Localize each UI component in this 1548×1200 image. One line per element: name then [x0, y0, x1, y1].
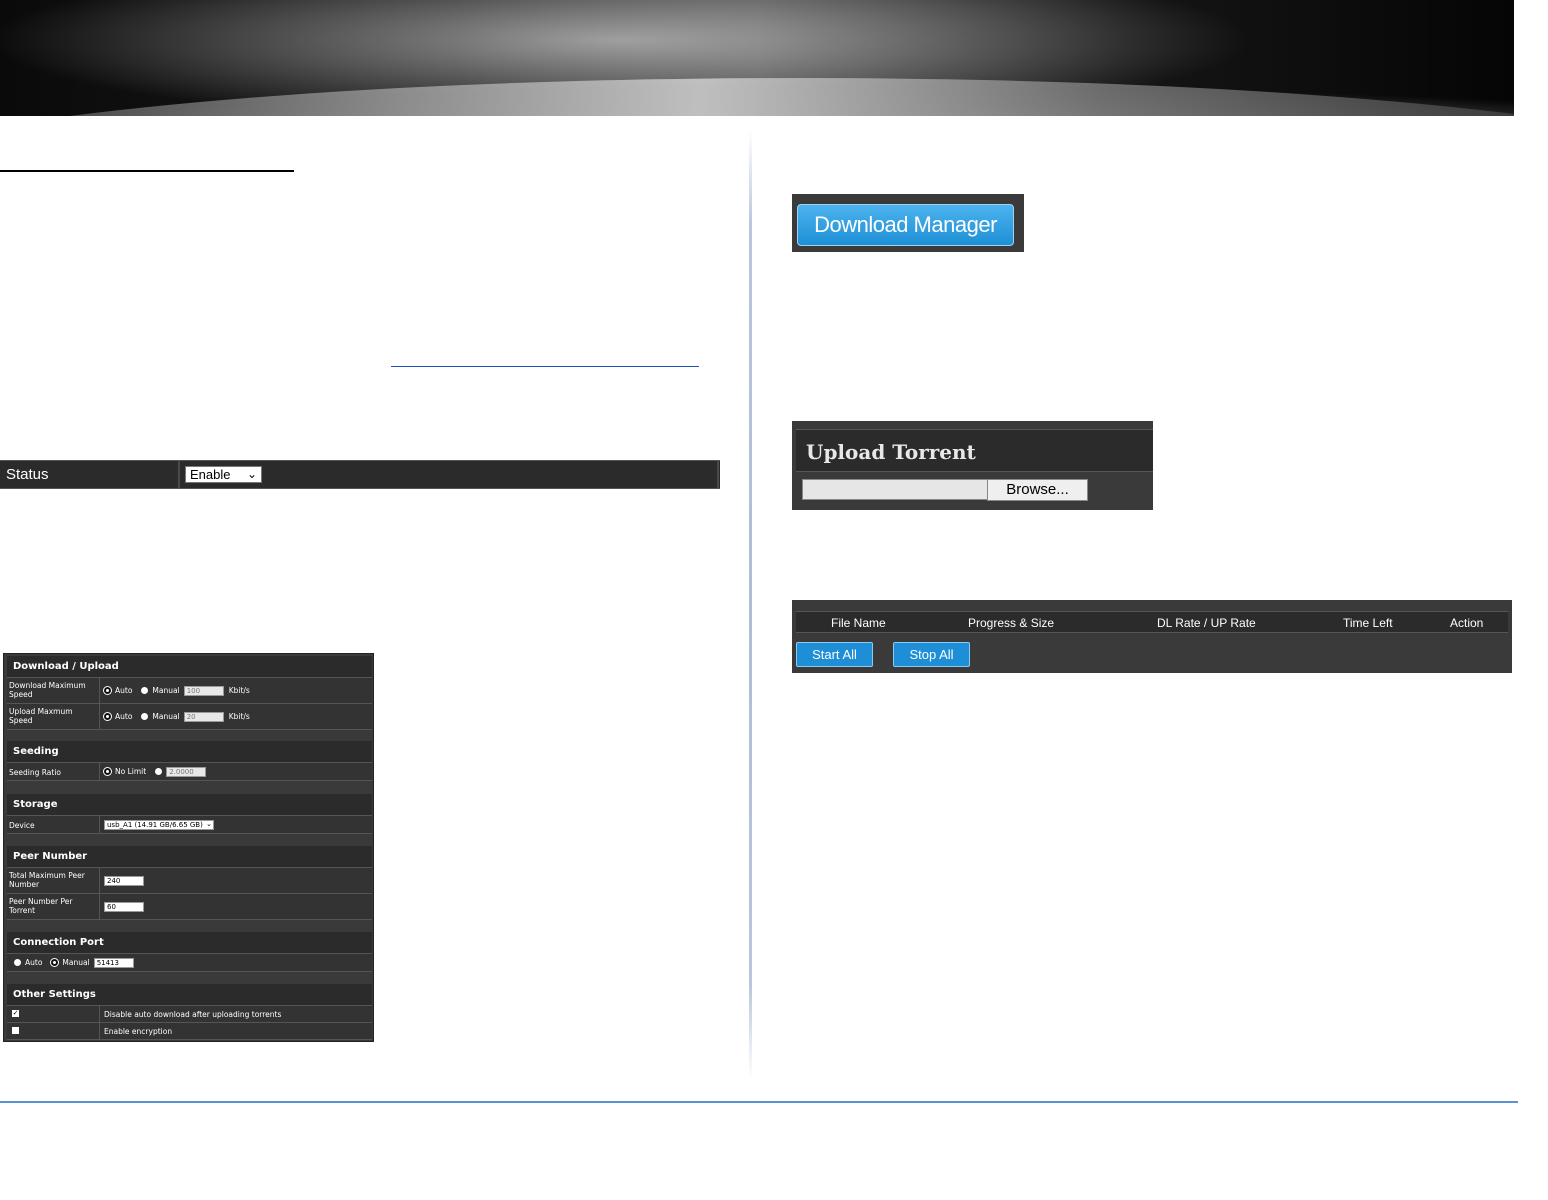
encryption-row: Enable encryption [7, 1023, 372, 1040]
download-speed-label: Download Maximum Speed [9, 681, 86, 699]
seeding-no-limit-label: No Limit [115, 767, 147, 776]
download-manual-radio[interactable] [141, 687, 149, 694]
seeding-ratio-input[interactable]: 2.0000 [166, 766, 207, 777]
download-manager-frame: Download Manager [792, 194, 1024, 252]
download-auto-radio[interactable] [104, 687, 111, 694]
download-auto-label: Auto [115, 686, 133, 695]
hyperlink-underline[interactable] [391, 366, 699, 367]
start-all-button[interactable]: Start All [796, 642, 873, 667]
footer-rule [0, 1101, 1518, 1103]
upload-torrent-heading: Upload Torrent [796, 429, 1153, 472]
disable-auto-download-label: Disable auto download after uploading to… [104, 1010, 282, 1019]
column-action: Action [1450, 616, 1484, 630]
device-select-value: usb_A1 (14.91 GB/6.65 GB) [107, 820, 203, 829]
section-heading-connection-port: Connection Port [7, 932, 372, 954]
column-progress-size: Progress & Size [968, 616, 1055, 630]
download-speed-row: Download Maximum Speed Auto Manual 100 K… [7, 678, 372, 704]
column-dl-up-rate: DL Rate / UP Rate [1157, 616, 1256, 630]
total-peer-label: Total Maximum Peer Number [9, 871, 85, 889]
column-divider [749, 130, 752, 1080]
banner-swoosh [0, 60, 1514, 116]
bittorrent-settings-panel: Download / Upload Download Maximum Speed… [3, 653, 374, 1042]
browse-button[interactable]: Browse... [987, 479, 1088, 501]
port-auto-label: Auto [25, 958, 43, 967]
peer-per-torrent-label: Peer Number Per Torrent [9, 897, 73, 915]
port-input[interactable]: 51413 [93, 957, 134, 968]
download-manual-label: Manual [152, 686, 180, 695]
section-heading-peer-number: Peer Number [7, 846, 372, 868]
section-heading-seeding: Seeding [7, 741, 372, 763]
device-label: Device [9, 821, 35, 830]
upload-auto-label: Auto [115, 712, 133, 721]
port-manual-label: Manual [62, 958, 90, 967]
upload-torrent-panel: Upload Torrent Browse... [792, 421, 1153, 510]
seeding-ratio-radio[interactable] [155, 768, 163, 775]
port-manual-radio[interactable] [51, 959, 59, 966]
encryption-checkbox[interactable] [12, 1027, 19, 1034]
port-auto-radio[interactable] [14, 959, 21, 966]
upload-speed-input[interactable]: 20 [183, 711, 224, 722]
encryption-label: Enable encryption [104, 1027, 173, 1036]
status-select[interactable]: Enable ⌄ [185, 466, 262, 483]
download-speed-input[interactable]: 100 [183, 685, 224, 696]
upload-auto-radio[interactable] [104, 713, 111, 720]
download-unit-label: Kbit/s [228, 686, 250, 695]
upload-manual-label: Manual [152, 712, 180, 721]
peer-per-torrent-input[interactable]: 60 [104, 901, 144, 912]
status-select-value: Enable [190, 467, 231, 482]
torrent-list-panel: File Name Progress & Size DL Rate / UP R… [792, 600, 1512, 673]
upload-speed-label: Upload Maxmum Speed [9, 707, 73, 725]
stop-all-button[interactable]: Stop All [893, 642, 970, 667]
torrent-file-field[interactable] [802, 479, 988, 500]
total-peer-row: Total Maximum Peer Number 240 [7, 868, 372, 894]
upload-manual-radio[interactable] [141, 713, 149, 720]
device-select[interactable]: usb_A1 (14.91 GB/6.65 GB) ⌄ [104, 819, 214, 830]
peer-per-torrent-row: Peer Number Per Torrent 60 [7, 894, 372, 920]
upload-speed-row: Upload Maxmum Speed Auto Manual 20 Kbit/… [7, 704, 372, 730]
status-label: Status [6, 466, 49, 483]
chevron-down-icon: ⌄ [246, 467, 257, 481]
header-banner [0, 0, 1514, 116]
download-manager-button[interactable]: Download Manager [797, 204, 1014, 246]
connection-port-row: Auto Manual 51413 [7, 954, 372, 972]
column-time-left: Time Left [1343, 616, 1393, 630]
section-heading-storage: Storage [7, 794, 372, 816]
device-row: Device usb_A1 (14.91 GB/6.65 GB) ⌄ [7, 816, 372, 834]
section-heading-download-upload: Download / Upload [7, 656, 372, 678]
total-peer-input[interactable]: 240 [104, 875, 144, 886]
disable-auto-download-row: ✓ Disable auto download after uploading … [7, 1006, 372, 1023]
status-row: Status Enable ⌄ [0, 460, 720, 489]
upload-unit-label: Kbit/s [228, 712, 250, 721]
section-heading-other-settings: Other Settings [7, 984, 372, 1006]
torrent-list-header: File Name Progress & Size DL Rate / UP R… [796, 611, 1508, 633]
seeding-no-limit-radio[interactable] [104, 768, 111, 775]
section-title-underline [0, 170, 294, 172]
disable-auto-download-checkbox[interactable]: ✓ [12, 1010, 19, 1017]
column-file-name: File Name [831, 616, 886, 630]
chevron-down-icon: ⌄ [206, 819, 212, 828]
seeding-ratio-label: Seeding Ratio [9, 768, 61, 777]
seeding-ratio-row: Seeding Ratio No Limit 2.0000 [7, 763, 372, 781]
